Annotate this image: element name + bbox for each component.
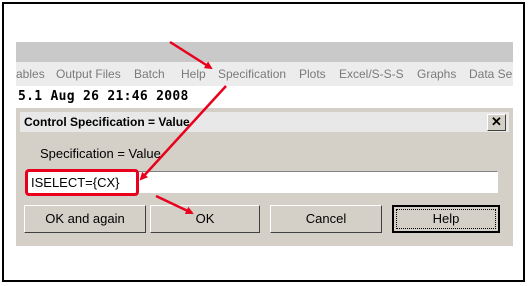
- arrow-to-input-field: [139, 85, 227, 181]
- arrow-to-specification-menu: [169, 40, 213, 70]
- arrow-to-ok-button: [155, 194, 194, 215]
- annotation-arrows: [139, 40, 227, 215]
